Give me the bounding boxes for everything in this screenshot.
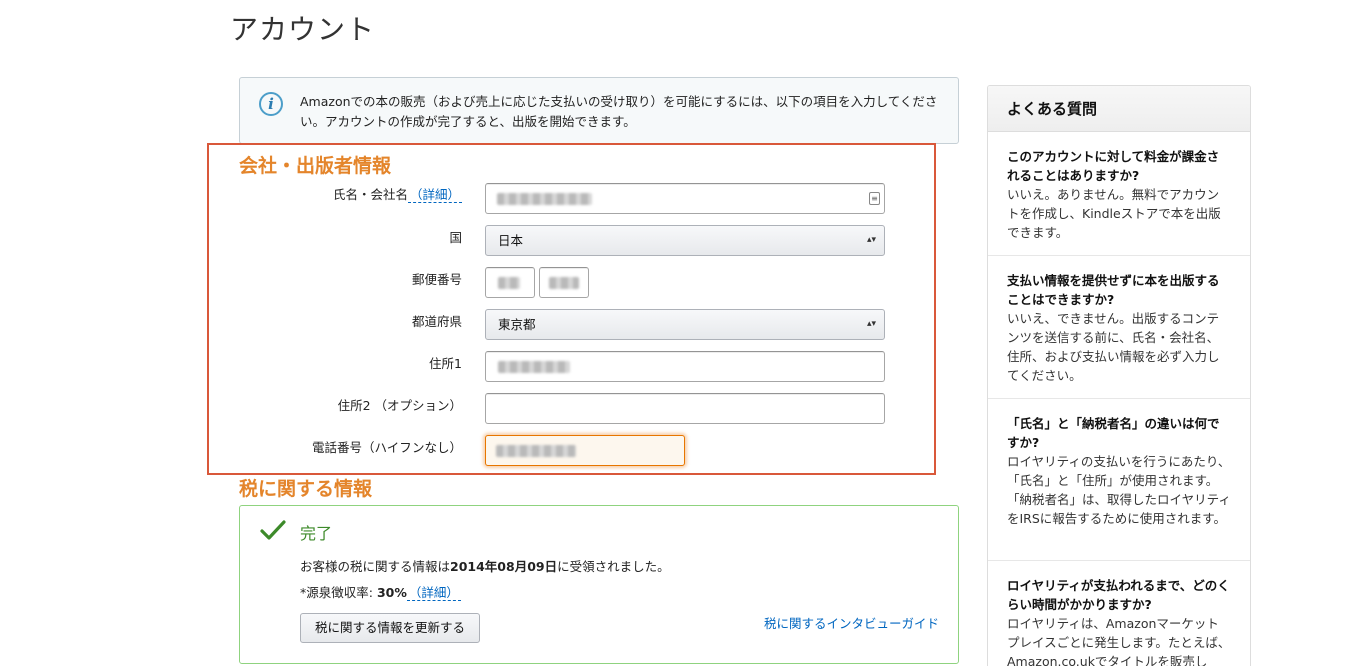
tax-interview-guide-link[interactable]: 税に関するインタビューガイド — [764, 613, 939, 632]
address1-input[interactable] — [485, 351, 885, 382]
postal-label: 郵便番号 — [411, 272, 462, 287]
faq-item: ロイヤリティが支払われるまで、どのくらい時間がかかりますか? ロイヤリティは、A… — [988, 561, 1250, 666]
name-label: 氏名・会社名 （詳細） — [332, 187, 462, 203]
phone-label: 電話番号（ハイフンなし） — [311, 440, 462, 455]
tax-received-date: 2014年08月09日 — [450, 559, 558, 574]
prefecture-label: 都道府県 — [411, 314, 462, 329]
withholding-rate-value: 30% — [376, 585, 407, 600]
faq-title: よくある質問 — [988, 86, 1250, 132]
address2-input[interactable] — [485, 393, 885, 424]
postal-code-part1-input[interactable] — [485, 267, 535, 298]
faq-question: このアカウントに対して料金が課金されることはありますか? — [1007, 149, 1220, 183]
country-select[interactable]: 日本 ▴▾ — [485, 225, 885, 256]
tax-status-box: 完了 お客様の税に関する情報は2014年08月09日に受領されました。 *源泉徴… — [239, 505, 959, 664]
info-text: Amazonでの本の販売（および売上に応じた支払いの受け取り）を可能にするには、… — [300, 94, 938, 129]
update-tax-info-button[interactable]: 税に関する情報を更新する — [300, 613, 480, 643]
prefecture-select[interactable]: 東京都 ▴▾ — [485, 309, 885, 340]
country-select-value: 日本 — [498, 233, 524, 248]
contact-card-icon[interactable]: ≡ — [869, 192, 880, 205]
withholding-rate-text: *源泉徴収率: 30% （詳細） — [300, 585, 461, 601]
tax-status-label: 完了 — [300, 524, 333, 543]
faq-question: ロイヤリティが支払われるまで、どのくらい時間がかかりますか? — [1007, 578, 1230, 612]
address1-label: 住所1 — [429, 356, 462, 371]
faq-item: このアカウントに対して料金が課金されることはありますか? いいえ。ありません。無… — [988, 132, 1250, 256]
select-arrows-icon: ▴▾ — [866, 235, 876, 245]
faq-item: 支払い情報を提供せずに本を出版することはできますか? いいえ、できません。出版す… — [988, 256, 1250, 399]
name-input[interactable]: ≡ — [485, 183, 885, 214]
faq-question: 支払い情報を提供せずに本を出版することはできますか? — [1007, 273, 1220, 307]
withholding-detail-link[interactable]: （詳細） — [406, 585, 461, 601]
tax-received-text: お客様の税に関する情報は2014年08月09日に受領されました。 — [300, 559, 670, 574]
company-section-heading: 会社・出版者情報 — [239, 155, 392, 177]
faq-question: 「氏名」と「納税者名」の違いは何ですか? — [1007, 416, 1220, 450]
country-label: 国 — [449, 230, 462, 245]
prefecture-select-value: 東京都 — [498, 317, 536, 332]
faq-item: 「氏名」と「納税者名」の違いは何ですか? ロイヤリティの支払いを行うにあたり、「… — [988, 399, 1250, 561]
check-icon — [260, 520, 286, 540]
faq-panel: よくある質問 このアカウントに対して料金が課金されることはありますか? いいえ。… — [987, 85, 1251, 666]
info-icon: i — [259, 92, 283, 116]
address2-label: 住所2 （オプション） — [337, 398, 462, 413]
page-title: アカウント — [230, 13, 376, 46]
faq-answer: ロイヤリティは、Amazonマーケットプレイスごとに発生します。たとえば、Ama… — [1007, 616, 1231, 666]
faq-answer: いいえ、できません。出版するコンテンツを送信する前に、氏名・会社名、住所、および… — [1007, 311, 1220, 383]
select-arrows-icon: ▴▾ — [866, 319, 876, 329]
faq-answer: いいえ。ありません。無料でアカウントを作成し、Kindleストアで本を出版できま… — [1007, 187, 1221, 240]
name-detail-link[interactable]: （詳細） — [407, 187, 462, 203]
info-banner: i Amazonでの本の販売（および売上に応じた支払いの受け取り）を可能にするに… — [239, 77, 959, 144]
tax-section-heading: 税に関する情報 — [239, 478, 373, 500]
postal-code-part2-input[interactable] — [539, 267, 589, 298]
faq-answer: ロイヤリティの支払いを行うにあたり、「氏名」と「住所」が使用されます。「納税者名… — [1007, 454, 1231, 526]
phone-input[interactable] — [485, 435, 685, 466]
